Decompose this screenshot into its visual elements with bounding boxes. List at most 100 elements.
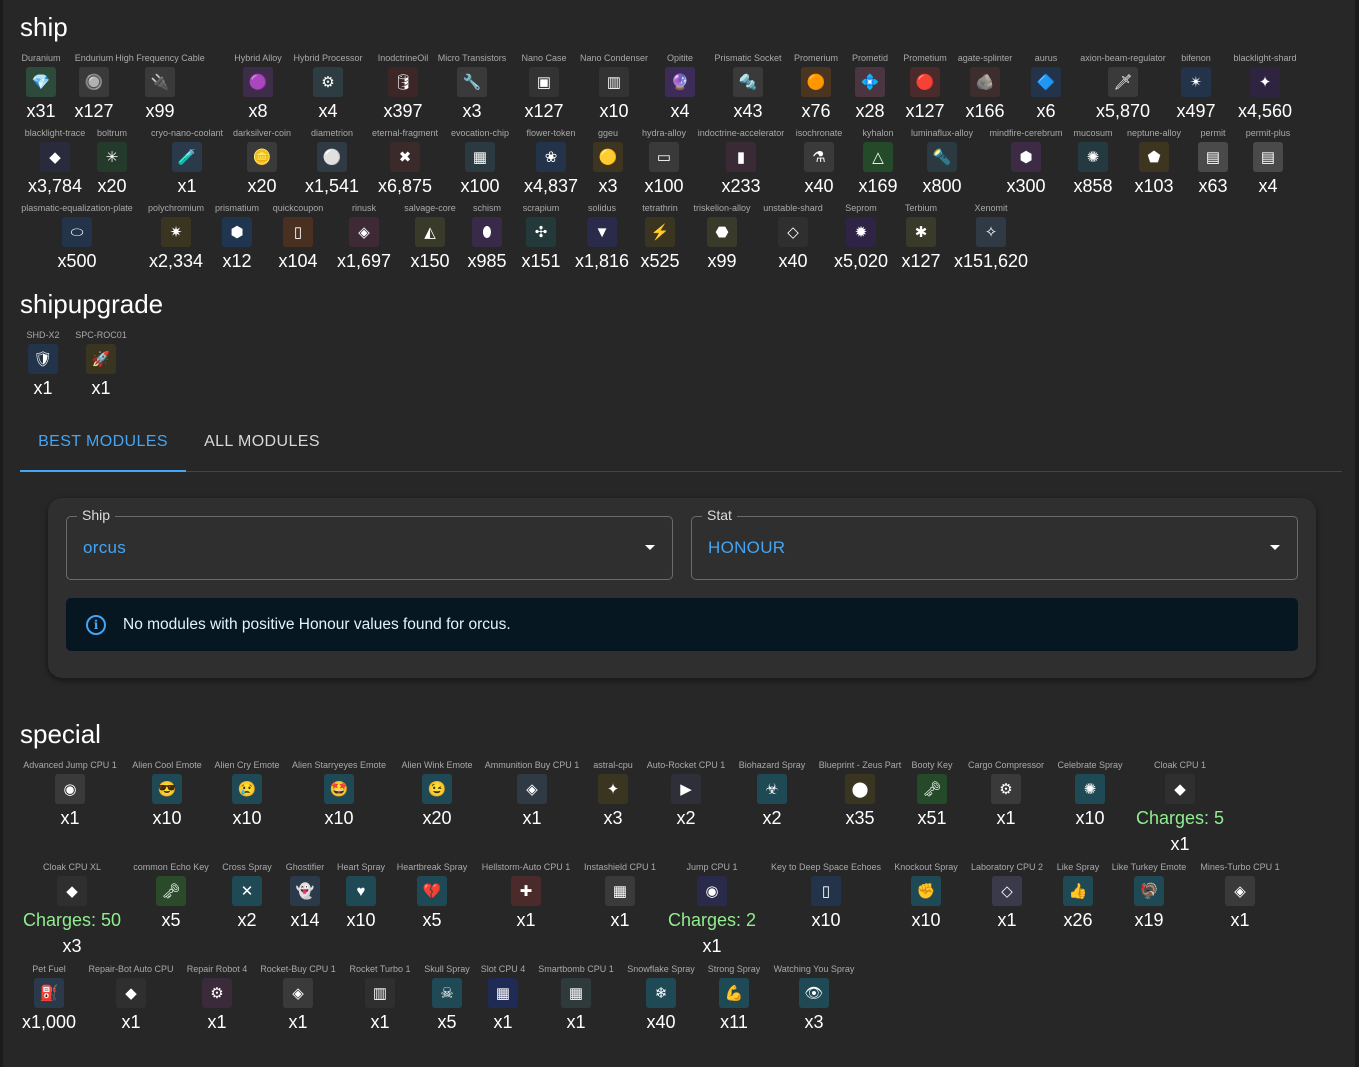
key-icon: 🗝 bbox=[917, 774, 947, 804]
cloak-cpu-xl-icon: ◆ bbox=[57, 876, 87, 906]
tab-all-modules[interactable]: ALL MODULES bbox=[186, 418, 338, 470]
item-count: x1 bbox=[1230, 910, 1250, 930]
item-count: x5 bbox=[422, 910, 442, 930]
module-tabs: BEST MODULES ALL MODULES bbox=[20, 418, 1342, 472]
item-count: x6 bbox=[1036, 101, 1056, 121]
alien-starry-icon: 🤩 bbox=[324, 774, 354, 804]
item-name: Pet Fuel bbox=[32, 964, 66, 974]
deep-space-key-icon: ▯ bbox=[811, 876, 841, 906]
info-alert: i No modules with positive Honour values… bbox=[66, 598, 1298, 651]
biohazard-icon: ☣ bbox=[757, 774, 787, 804]
item-count: x4,560 bbox=[1237, 101, 1293, 121]
item-count: x1 bbox=[60, 808, 80, 828]
section-title-ship: ship bbox=[20, 12, 68, 42]
eye-icon: 👁 bbox=[799, 978, 829, 1008]
blue-crystal-icon: 🔷 bbox=[1031, 67, 1061, 97]
stat-select[interactable]: Stat HONOUR bbox=[691, 507, 1298, 580]
rocket-upgrade-icon: 🚀 bbox=[86, 344, 116, 374]
inventory-item[interactable]: SPC-ROC01 🚀 x1 bbox=[41, 329, 161, 398]
repair-bot-icon: ◆ bbox=[116, 978, 146, 1008]
item-count: x51 bbox=[917, 808, 947, 828]
item-count: x800 bbox=[922, 176, 962, 196]
blueprint-icon: ⬤ bbox=[845, 774, 875, 804]
knockout-icon: ✊ bbox=[911, 876, 941, 906]
item-count: x3 bbox=[62, 936, 82, 956]
item-count: x233 bbox=[721, 176, 761, 196]
item-count: x2 bbox=[762, 808, 782, 828]
item-name: Mines-Turbo CPU 1 bbox=[1200, 862, 1280, 872]
smartbomb-icon: ▦ bbox=[561, 978, 591, 1008]
item-count: x4 bbox=[670, 101, 690, 121]
item-count: x5 bbox=[161, 910, 181, 930]
item-count: x1 bbox=[996, 808, 1016, 828]
modules-panel: Ship orcus Stat HONOUR i No modules with… bbox=[48, 498, 1316, 678]
mines-turbo-icon: ◈ bbox=[1225, 876, 1255, 906]
item-count: x1 bbox=[516, 910, 536, 930]
ship-select[interactable]: Ship orcus bbox=[66, 507, 673, 580]
accelerator-icon: ▮ bbox=[726, 142, 756, 172]
transistor-icon: 🔧 bbox=[457, 67, 487, 97]
item-name: Xenomit bbox=[974, 203, 1008, 213]
inventory-item[interactable]: Mines-Turbo CPU 1 ◈ x1 bbox=[1180, 861, 1300, 930]
heartbreak-icon: 💔 bbox=[417, 876, 447, 906]
item-count: x10 bbox=[152, 808, 182, 828]
item-name: Jump CPU 1 bbox=[686, 862, 738, 872]
item-name: Alien Cry Emote bbox=[214, 760, 280, 770]
inventory-item[interactable]: Watching You Spray 👁 x3 bbox=[754, 963, 874, 1032]
luminaflux-icon: 🔦 bbox=[927, 142, 957, 172]
slot-cpu-icon: ▦ bbox=[488, 978, 518, 1008]
strong-icon: 💪 bbox=[719, 978, 749, 1008]
item-charges: Charges: 50 bbox=[22, 910, 122, 930]
item-count: x99 bbox=[145, 101, 175, 121]
astral-cpu-icon: ✦ bbox=[598, 774, 628, 804]
item-name: High Frequency Cable bbox=[115, 53, 205, 63]
item-name: Biohazard Spray bbox=[738, 760, 806, 770]
item-count: x19 bbox=[1134, 910, 1164, 930]
item-count: x40 bbox=[646, 1012, 676, 1032]
item-name: Hellstorm-Auto CPU 1 bbox=[481, 862, 571, 872]
tab-best-modules[interactable]: BEST MODULES bbox=[20, 418, 186, 472]
compressor-icon: ⚙ bbox=[991, 774, 1021, 804]
green-gem-icon: ✳ bbox=[97, 142, 127, 172]
repair-robot-icon: ⚙ bbox=[202, 978, 232, 1008]
item-charges: Charges: 2 bbox=[667, 910, 757, 930]
item-count: x3 bbox=[462, 101, 482, 121]
item-name: luminaflux-alloy bbox=[910, 128, 974, 138]
inventory-item[interactable]: blacklight-shard ✦ x4,560 bbox=[1205, 52, 1325, 121]
celebrate-icon: ✺ bbox=[1075, 774, 1105, 804]
item-name: Heartbreak Spray bbox=[396, 862, 468, 872]
item-count: x3 bbox=[804, 1012, 824, 1032]
item-name: permit-plus bbox=[1245, 128, 1291, 138]
item-count: x35 bbox=[845, 808, 875, 828]
item-count: x20 bbox=[422, 808, 452, 828]
inventory-item[interactable]: Jump CPU 1 ◉ Charges: 2 x1 bbox=[652, 861, 772, 956]
item-count: x1 bbox=[207, 1012, 227, 1032]
cloak-cpu-icon: ◆ bbox=[1165, 774, 1195, 804]
stat-select-label: Stat bbox=[702, 507, 737, 523]
section-title-shipupgrade: shipupgrade bbox=[20, 289, 164, 319]
inventory-item[interactable]: Xenomit ✧ x151,620 bbox=[931, 202, 1051, 271]
xenomit-icon: ✧ bbox=[976, 217, 1006, 247]
jump-icon: ◉ bbox=[697, 876, 727, 906]
item-count: x1 bbox=[522, 808, 542, 828]
section-title-special: special bbox=[20, 719, 101, 749]
item-count: x10 bbox=[811, 910, 841, 930]
regulator-icon: 🗡 bbox=[1108, 67, 1138, 97]
sphere-icon: ⚪ bbox=[317, 142, 347, 172]
inventory-item[interactable]: Cloak CPU 1 ◆ Charges: 5 x1 bbox=[1120, 759, 1240, 854]
item-charges: Charges: 5 bbox=[1135, 808, 1225, 828]
instashield-icon: ▦ bbox=[605, 876, 635, 906]
item-count: x1 bbox=[91, 378, 111, 398]
item-count: x1 bbox=[1170, 834, 1190, 854]
inventory-item[interactable]: permit-plus ▤ x4 bbox=[1208, 127, 1328, 196]
cable-icon: 🔌 bbox=[145, 67, 175, 97]
item-name: hydra-alloy bbox=[641, 128, 687, 138]
item-name: Celebrate Spray bbox=[1057, 760, 1123, 770]
alien-cool-icon: 😎 bbox=[152, 774, 182, 804]
item-name: Watching You Spray bbox=[773, 964, 855, 974]
item-name: Key to Deep Space Echoes bbox=[770, 862, 882, 872]
item-name: Cloak CPU XL bbox=[42, 862, 102, 872]
ammo-cpu-icon: ◈ bbox=[517, 774, 547, 804]
item-name: Like Turkey Emote bbox=[1111, 862, 1187, 872]
item-count: x1 bbox=[493, 1012, 513, 1032]
